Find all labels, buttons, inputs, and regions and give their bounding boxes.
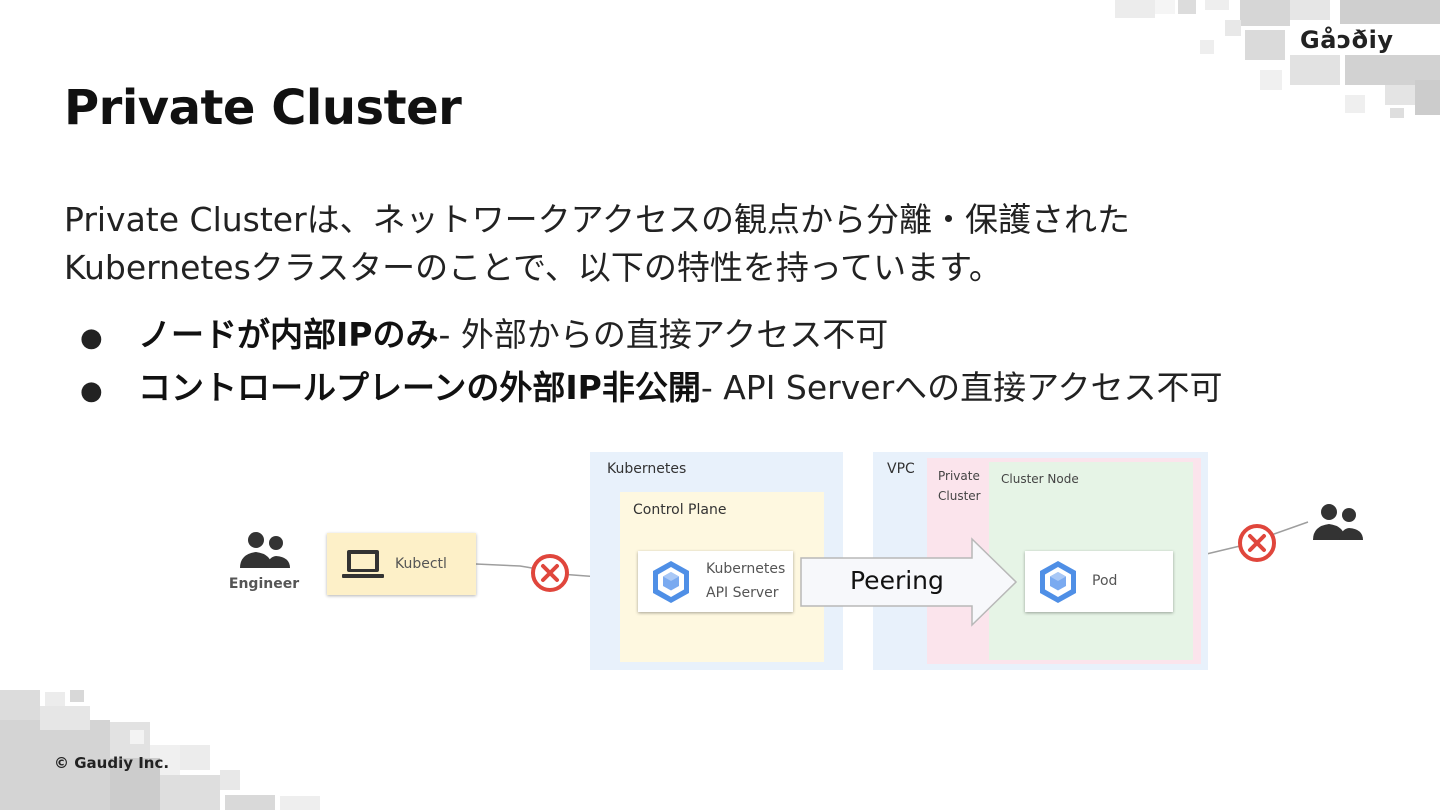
private-cluster-label: Private Cluster: [938, 466, 981, 506]
api-server-node: Kubernetes API Server: [638, 551, 793, 612]
engineer-label: Engineer: [228, 576, 300, 592]
blocked-x-icon: [1238, 524, 1276, 562]
external-users-icon: [1313, 504, 1363, 540]
kubernetes-region-label: Kubernetes: [607, 461, 687, 477]
connector-lines: [475, 521, 1309, 581]
api-server-label-line: Kubernetes: [706, 561, 786, 577]
engineer-users-icon: [240, 532, 290, 568]
private-cluster-label-line: Private: [938, 469, 980, 483]
api-server-label-line: API Server: [706, 585, 779, 601]
api-server-label: Kubernetes API Server: [706, 557, 785, 605]
kubectl-node: Kubectl: [327, 533, 476, 595]
laptop-icon: [342, 550, 384, 578]
peering-label: Peering: [850, 566, 944, 595]
pod-node: Pod: [1025, 551, 1173, 612]
control-plane-label: Control Plane: [633, 502, 727, 518]
kubernetes-icon: [1040, 561, 1076, 603]
vpc-region-label: VPC: [887, 461, 915, 477]
pod-label: Pod: [1092, 573, 1118, 589]
cluster-node-label: Cluster Node: [1001, 472, 1079, 486]
private-cluster-label-line: Cluster: [938, 489, 981, 503]
blocked-x-icon: [531, 554, 569, 592]
kubectl-label: Kubectl: [395, 556, 447, 572]
copyright-text: © Gaudiy Inc.: [54, 754, 170, 772]
kubernetes-icon: [653, 561, 689, 603]
